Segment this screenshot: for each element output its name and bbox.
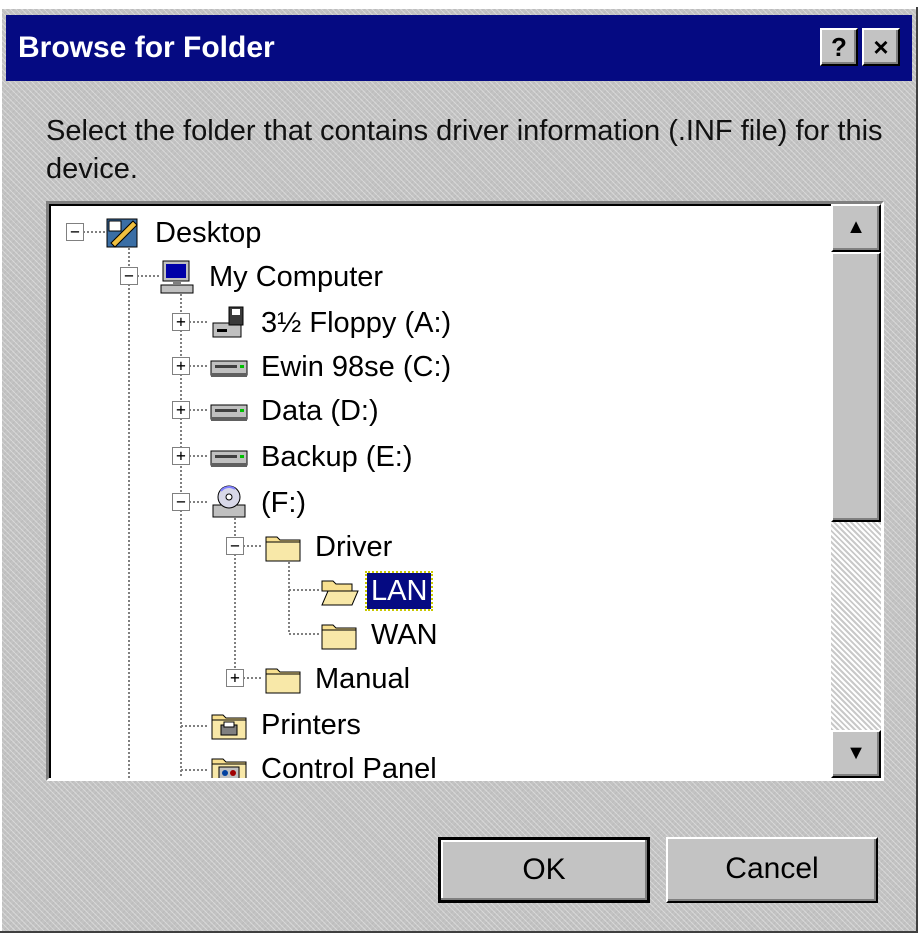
scrollbar-thumb[interactable] bbox=[831, 252, 881, 522]
title-bar: Browse for Folder ? × bbox=[6, 15, 912, 81]
tree-item-wan[interactable]: WAN bbox=[319, 614, 442, 656]
tree-canvas: − − + + + + − − + Desktop My Computer 3½… bbox=[49, 204, 829, 778]
floppy-icon bbox=[209, 303, 249, 343]
collapse-toggle-my-computer[interactable]: − bbox=[120, 267, 138, 285]
tree-item-my-computer[interactable]: My Computer bbox=[157, 256, 387, 298]
close-button[interactable]: × bbox=[862, 28, 900, 66]
browse-for-folder-dialog: Browse for Folder ? × Select the folder … bbox=[0, 7, 918, 933]
tree-item-label: Printers bbox=[261, 709, 361, 741]
expand-toggle-drive-e[interactable]: + bbox=[172, 447, 190, 465]
tree-item-label: Control Panel bbox=[261, 753, 437, 781]
cancel-button[interactable]: Cancel bbox=[666, 837, 878, 903]
window-title: Browse for Folder bbox=[18, 31, 275, 64]
folder-icon bbox=[263, 659, 303, 699]
expand-toggle-drive-c[interactable]: + bbox=[172, 357, 190, 375]
expand-toggle-manual[interactable]: + bbox=[226, 669, 244, 687]
instruction-text: Select the folder that contains driver i… bbox=[46, 115, 883, 185]
vertical-scrollbar[interactable]: ▲ ▼ bbox=[831, 204, 881, 778]
control-panel-icon bbox=[209, 749, 249, 778]
printers-folder-icon bbox=[209, 705, 249, 745]
tree-item-drive-c[interactable]: Ewin 98se (C:) bbox=[209, 346, 455, 388]
tree-item-driver[interactable]: Driver bbox=[263, 526, 396, 568]
collapse-toggle-drive-f[interactable]: − bbox=[172, 493, 190, 511]
tree-item-control-panel[interactable]: Control Panel bbox=[209, 748, 441, 781]
tree-item-label: Data (D:) bbox=[261, 395, 379, 427]
tree-item-label: (F:) bbox=[261, 487, 307, 519]
drive-icon bbox=[209, 347, 249, 387]
tree-item-label: WAN bbox=[371, 619, 438, 651]
collapse-toggle-desktop[interactable]: − bbox=[66, 223, 84, 241]
cd-drive-icon bbox=[209, 483, 249, 523]
tree-item-label: Ewin 98se (C:) bbox=[261, 351, 452, 383]
help-button[interactable]: ? bbox=[820, 28, 858, 66]
desktop-icon bbox=[103, 213, 143, 253]
tree-item-label: LAN bbox=[364, 571, 434, 611]
tree-item-floppy-a[interactable]: 3½ Floppy (A:) bbox=[209, 302, 455, 344]
tree-item-label: Manual bbox=[315, 663, 411, 695]
tree-item-label: 3½ Floppy (A:) bbox=[261, 307, 452, 339]
tree-item-manual[interactable]: Manual bbox=[263, 658, 414, 700]
scroll-down-button[interactable]: ▼ bbox=[831, 730, 881, 778]
drive-icon bbox=[209, 437, 249, 477]
drive-icon bbox=[209, 391, 249, 431]
tree-item-label: Driver bbox=[315, 531, 393, 563]
open-folder-icon bbox=[319, 571, 359, 611]
tree-item-desktop[interactable]: Desktop bbox=[103, 212, 265, 254]
computer-icon bbox=[157, 257, 197, 297]
expand-toggle-floppy[interactable]: + bbox=[172, 313, 190, 331]
tree-item-label: Backup (E:) bbox=[261, 441, 413, 473]
tree-item-drive-e[interactable]: Backup (E:) bbox=[209, 436, 417, 478]
tree-item-printers[interactable]: Printers bbox=[209, 704, 365, 746]
tree-item-drive-f[interactable]: (F:) bbox=[209, 482, 310, 524]
expand-toggle-drive-d[interactable]: + bbox=[172, 401, 190, 419]
tree-item-label: My Computer bbox=[209, 261, 384, 293]
tree-item-lan[interactable]: LAN bbox=[319, 570, 434, 612]
folder-icon bbox=[263, 527, 303, 567]
collapse-toggle-driver[interactable]: − bbox=[226, 537, 244, 555]
tree-item-drive-d[interactable]: Data (D:) bbox=[209, 390, 383, 432]
folder-tree-view[interactable]: − − + + + + − − + Desktop My Computer 3½… bbox=[46, 201, 884, 781]
tree-item-label: Desktop bbox=[155, 217, 262, 249]
ok-button[interactable]: OK bbox=[438, 837, 650, 903]
folder-icon bbox=[319, 615, 359, 655]
scroll-up-button[interactable]: ▲ bbox=[831, 204, 881, 252]
